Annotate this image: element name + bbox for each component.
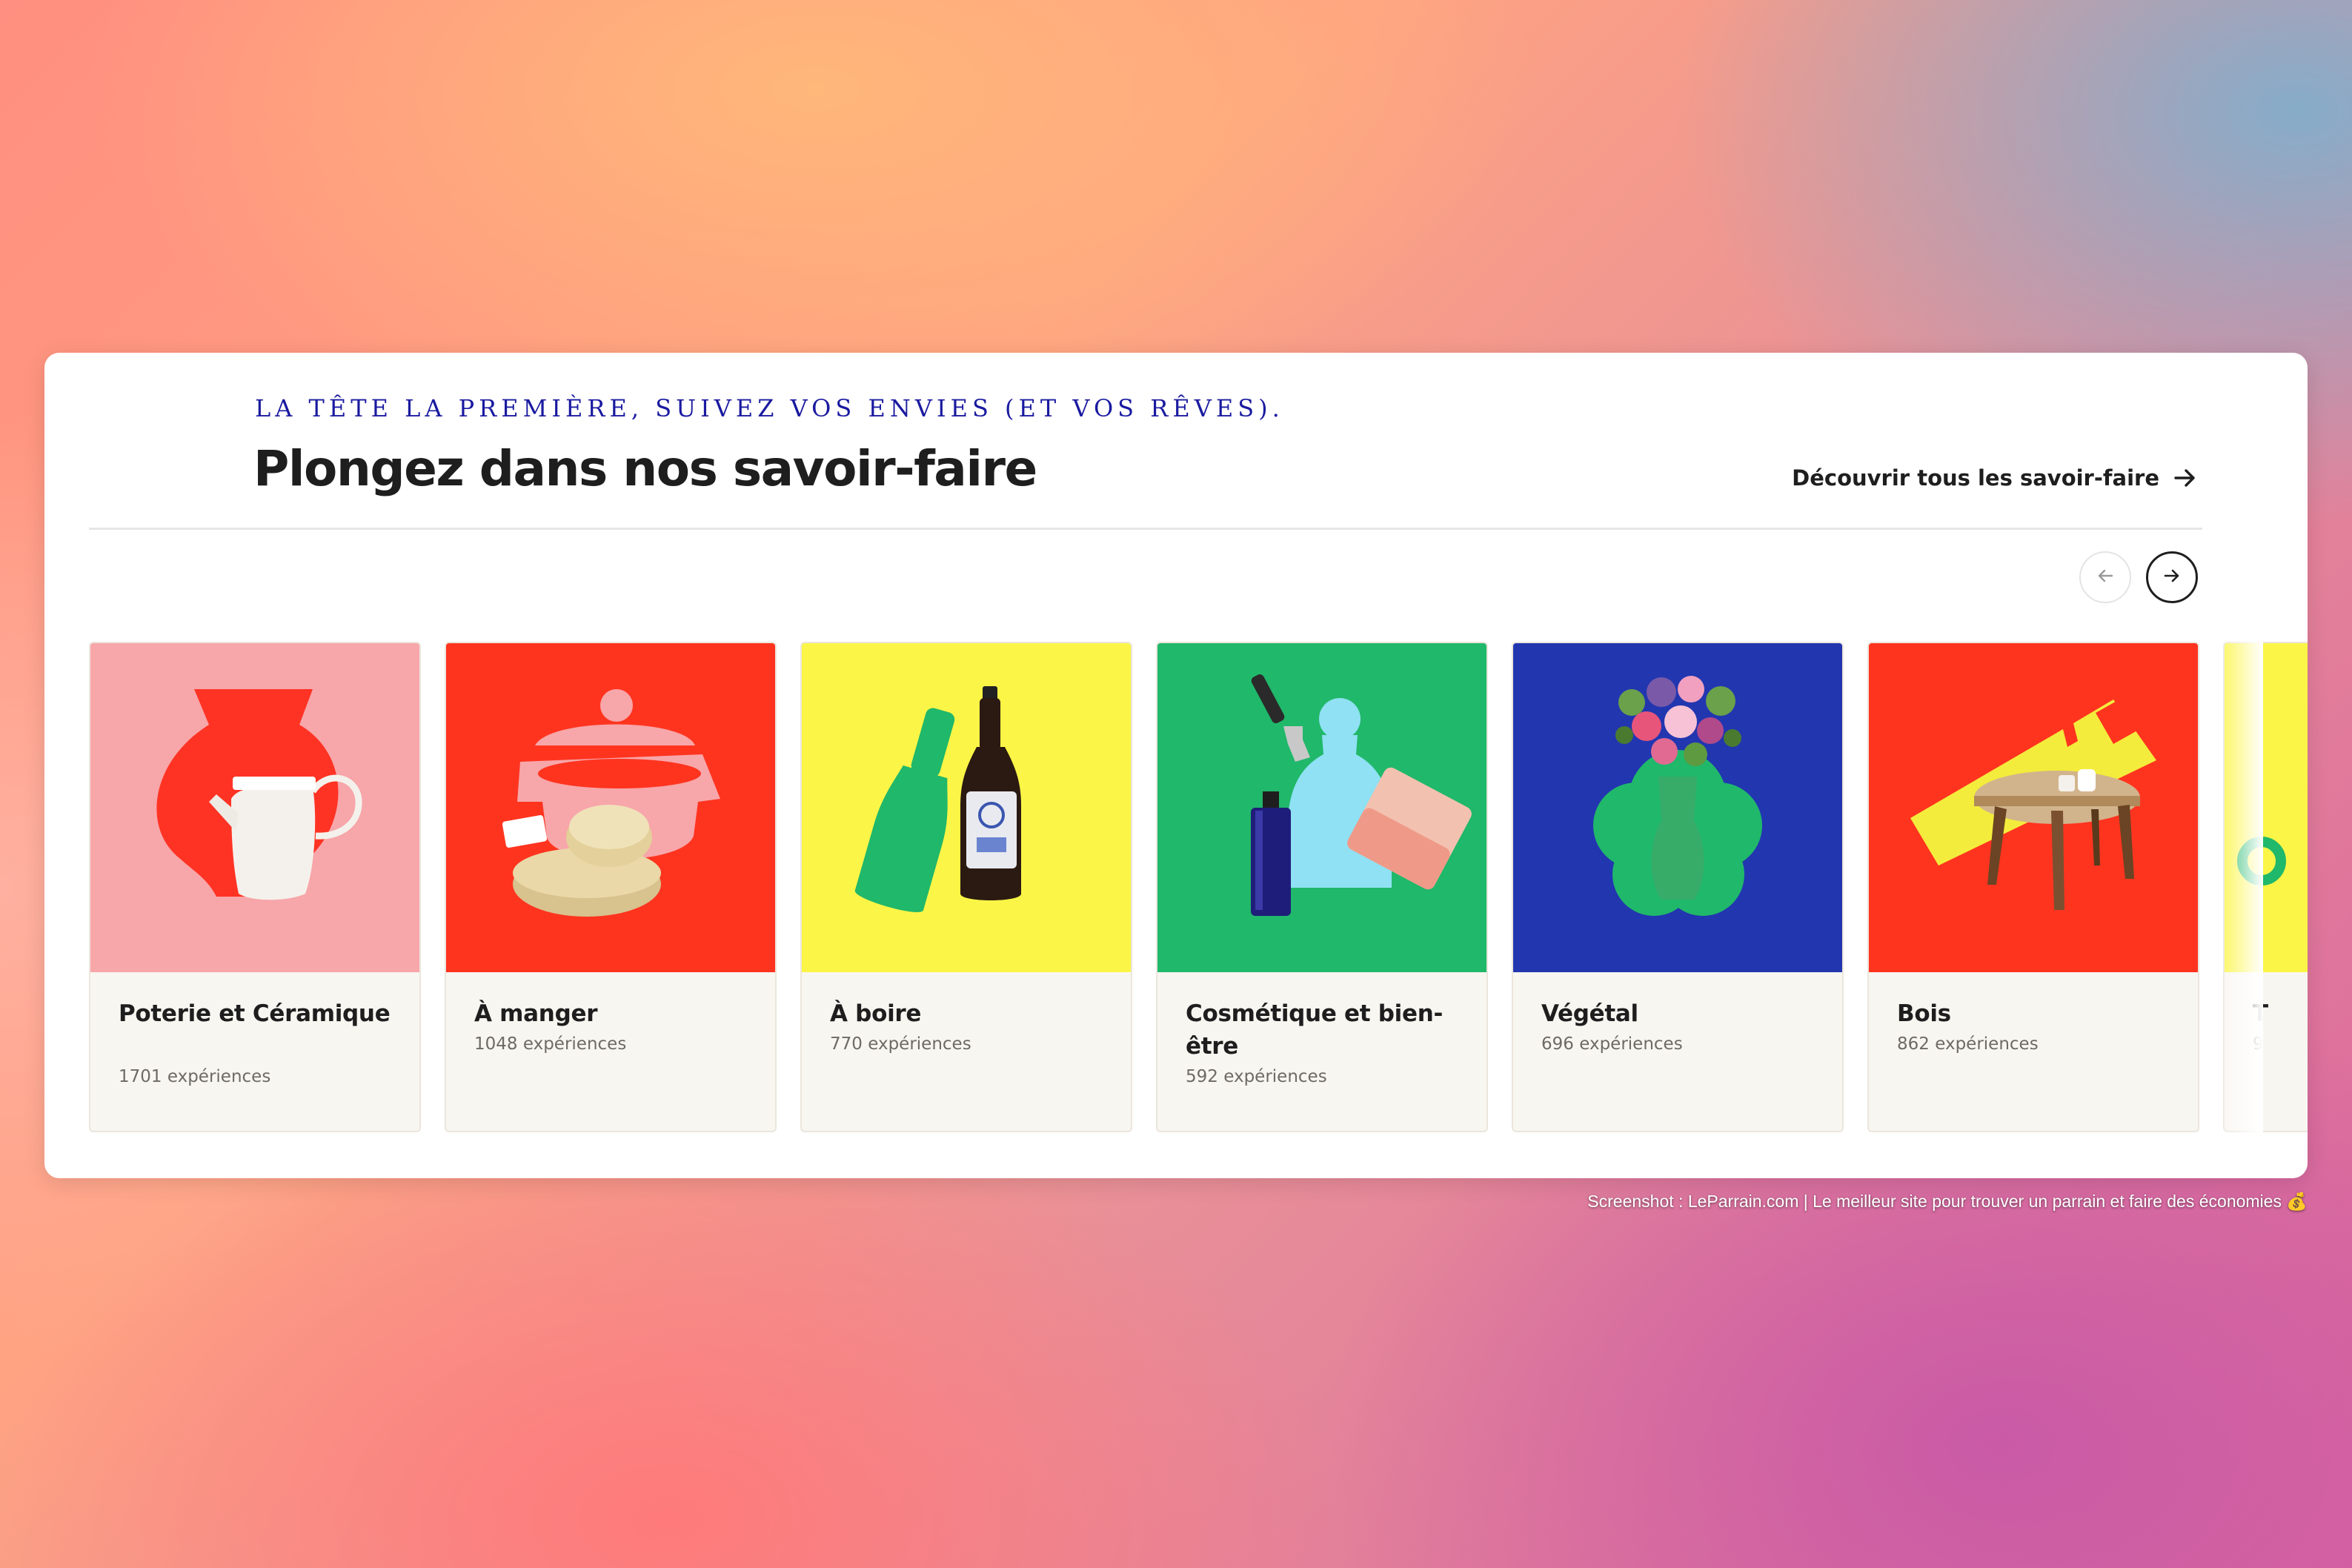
category-card-vegetal[interactable]: Végétal 696 expériences [1512,642,1844,1132]
discover-all-link[interactable]: Découvrir tous les savoir-faire [1792,465,2196,491]
arrow-left-icon [2097,569,2113,586]
category-count: 1701 expériences [119,1067,271,1086]
saw-table-illustration [1869,643,2198,972]
category-name: À boire [830,1000,922,1027]
section-title: Plongez dans nos savoir-faire [253,440,1037,497]
card-art-svg [446,643,775,972]
category-count: 862 expériences [1897,1034,2039,1054]
flower-bouquet-illustration [1513,643,1842,972]
screenshot-credit: Screenshot : LeParrain.com | Le meilleur… [1587,1192,2308,1211]
carousel-prev-button[interactable] [2079,551,2131,603]
card-art-svg [2225,643,2308,972]
category-name: À manger [474,1000,598,1027]
card-art-svg [1157,643,1486,972]
discover-all-label: Découvrir tous les savoir-faire [1792,465,2159,491]
category-name: Végétal [1541,1000,1638,1027]
category-name: Poterie et Céramique [119,1000,391,1027]
header-divider [89,528,2202,530]
card-art-svg [1869,643,2198,972]
category-count: 592 expériences [1186,1067,1327,1086]
arrow-right-icon [2174,468,2196,488]
section-kicker: LA TÊTE LA PREMIÈRE, SUIVEZ VOS ENVIES (… [255,394,1284,422]
category-carousel: Poterie et Céramique 1701 expériences À … [89,642,2308,1134]
category-count: 770 expériences [830,1034,971,1054]
category-name: Cosmétique et bien-être [1186,1000,1444,1060]
category-name: T [2253,1000,2268,1027]
category-card-a-manger[interactable]: À manger 1048 expériences [445,642,777,1132]
category-card-partial[interactable]: T 9 [2223,642,2308,1132]
category-name: Bois [1897,1000,1951,1027]
category-count: 696 expériences [1541,1034,1683,1054]
partial-category-illustration [2225,643,2308,972]
card-art-svg [90,643,419,972]
category-card-bois[interactable]: Bois 862 expériences [1867,642,2199,1132]
category-card-a-boire[interactable]: À boire 770 expériences [800,642,1132,1132]
category-card-cosmetique[interactable]: Cosmétique et bien-être 592 expériences [1156,642,1488,1132]
category-card-poterie[interactable]: Poterie et Céramique 1701 expériences [89,642,421,1132]
cooking-pot-cheese-illustration [446,643,775,972]
arrow-right-icon [2164,569,2180,586]
pottery-pitcher-illustration [90,643,419,972]
carousel-next-button[interactable] [2146,551,2198,603]
bottles-illustration [802,643,1131,972]
savoir-faire-section: LA TÊTE LA PREMIÈRE, SUIVEZ VOS ENVIES (… [44,353,2308,1178]
cosmetics-bottle-soap-illustration [1157,643,1486,972]
category-count: 1048 expériences [474,1034,627,1054]
card-art-svg [802,643,1131,972]
card-art-svg [1513,643,1842,972]
category-count: 9 [2253,1034,2264,1054]
